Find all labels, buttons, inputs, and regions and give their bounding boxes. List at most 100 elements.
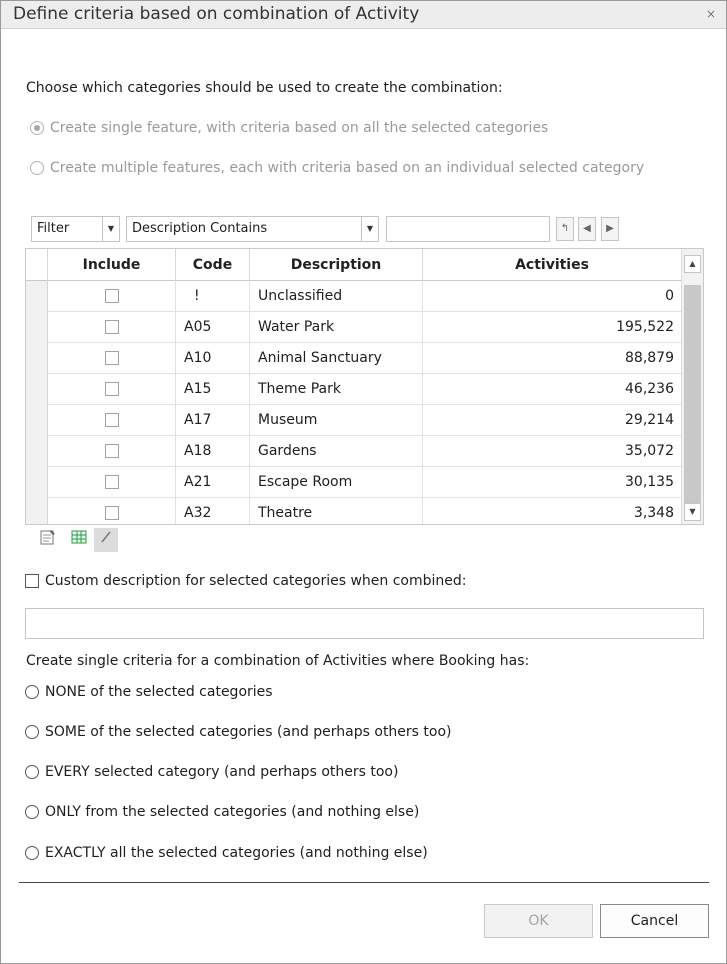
row-selector[interactable] [26, 436, 48, 467]
row-selector[interactable] [26, 374, 48, 405]
code-cell: A05 [176, 312, 250, 343]
include-checkbox[interactable] [105, 444, 119, 458]
table-row[interactable]: A32 Theatre 3,348 [26, 498, 681, 524]
row-selector[interactable] [26, 343, 48, 374]
include-checkbox[interactable] [105, 382, 119, 396]
include-checkbox[interactable] [105, 351, 119, 365]
grid-header: Include Code Description Activities [26, 249, 681, 281]
table-row[interactable]: A17 Museum 29,214 [26, 405, 681, 436]
nav-prev-icon[interactable]: ◀ [578, 217, 596, 241]
some-option[interactable]: SOME of the selected categories (and per… [25, 724, 452, 740]
row-selector[interactable] [26, 498, 48, 524]
custom-description-input[interactable] [25, 608, 704, 639]
chevron-down-icon[interactable]: ▼ [361, 217, 378, 241]
exactly-option[interactable]: EXACTLY all the selected categories (and… [25, 845, 428, 861]
include-cell [48, 436, 176, 467]
ok-button[interactable]: OK [484, 904, 593, 938]
column-header-include[interactable]: Include [48, 249, 176, 281]
none-radio[interactable] [25, 685, 39, 699]
chevron-down-icon[interactable]: ▼ [102, 217, 119, 241]
single-feature-option[interactable]: Create single feature, with criteria bas… [30, 120, 548, 136]
grid-vertical-scrollbar[interactable]: ▲ ▼ [681, 249, 703, 524]
include-cell [48, 498, 176, 524]
row-selector-header [26, 249, 48, 281]
categories-prompt: Choose which categories should be used t… [26, 80, 503, 96]
custom-description-checkbox[interactable] [25, 574, 39, 588]
row-selector[interactable] [26, 405, 48, 436]
filter-field-value: Description Contains [132, 221, 268, 236]
include-cell [48, 467, 176, 498]
some-radio[interactable] [25, 725, 39, 739]
code-cell: A10 [176, 343, 250, 374]
single-feature-radio[interactable] [30, 121, 44, 135]
include-checkbox[interactable] [105, 289, 119, 303]
multiple-features-option[interactable]: Create multiple features, each with crit… [30, 160, 644, 176]
custom-description-label: Custom description for selected categori… [45, 573, 467, 589]
some-label: SOME of the selected categories (and per… [45, 724, 452, 740]
filter-field-dropdown[interactable]: Description Contains ▼ [126, 216, 379, 242]
none-option[interactable]: NONE of the selected categories [25, 684, 273, 700]
include-checkbox[interactable] [105, 413, 119, 427]
activities-cell: 46,236 [625, 381, 674, 397]
activities-cell: 3,348 [633, 505, 674, 521]
dialog-title: Define criteria based on combination of … [13, 4, 420, 24]
table-row[interactable]: A21 Escape Room 30,135 [26, 467, 681, 498]
include-cell [48, 374, 176, 405]
include-checkbox[interactable] [105, 320, 119, 334]
combination-prompt: Create single criteria for a combination… [26, 653, 530, 669]
activities-cell: 0 [665, 288, 674, 304]
row-selector[interactable] [26, 281, 48, 312]
edit-pencil-icon[interactable] [94, 528, 118, 552]
every-radio[interactable] [25, 765, 39, 779]
include-cell [48, 405, 176, 436]
column-header-code[interactable]: Code [176, 249, 250, 281]
scroll-thumb[interactable] [684, 285, 701, 503]
description-cell: Unclassified [250, 281, 423, 312]
filter-mode-dropdown[interactable]: Filter ▼ [31, 216, 120, 242]
categories-grid: Include Code Description Activities ! Un… [25, 248, 704, 525]
table-row[interactable]: ! Unclassified 0 [26, 281, 681, 312]
footer-divider [19, 882, 709, 883]
description-cell: Museum [250, 405, 423, 436]
close-icon[interactable]: × [706, 7, 716, 21]
every-label: EVERY selected category (and perhaps oth… [45, 764, 399, 780]
only-option[interactable]: ONLY from the selected categories (and n… [25, 804, 419, 820]
row-selector[interactable] [26, 312, 48, 343]
activities-cell: 88,879 [625, 350, 674, 366]
include-checkbox[interactable] [105, 506, 119, 520]
table-row[interactable]: A18 Gardens 35,072 [26, 436, 681, 467]
code-cell: ! [176, 281, 250, 312]
every-option[interactable]: EVERY selected category (and perhaps oth… [25, 764, 398, 780]
column-header-activities[interactable]: Activities [423, 249, 681, 281]
column-header-description[interactable]: Description [250, 249, 423, 281]
properties-icon[interactable] [36, 528, 60, 552]
description-cell: Escape Room [250, 467, 423, 498]
row-selector[interactable] [26, 467, 48, 498]
code-cell: A21 [176, 467, 250, 498]
multiple-features-label: Create multiple features, each with crit… [50, 160, 645, 176]
title-bar: Define criteria based on combination of … [1, 1, 726, 29]
description-cell: Theatre [250, 498, 423, 524]
filter-value-input[interactable] [386, 216, 550, 242]
include-cell [48, 312, 176, 343]
cancel-button[interactable]: Cancel [600, 904, 709, 938]
code-cell: A17 [176, 405, 250, 436]
table-row[interactable]: A15 Theme Park 46,236 [26, 374, 681, 405]
return-icon[interactable]: ↰ [556, 217, 574, 241]
only-radio[interactable] [25, 805, 39, 819]
activities-cell: 195,522 [616, 319, 674, 335]
exactly-radio[interactable] [25, 846, 39, 860]
scroll-up-icon[interactable]: ▲ [684, 255, 701, 273]
table-row[interactable]: A10 Animal Sanctuary 88,879 [26, 343, 681, 374]
include-checkbox[interactable] [105, 475, 119, 489]
scroll-down-icon[interactable]: ▼ [684, 503, 701, 521]
only-label: ONLY from the selected categories (and n… [45, 804, 420, 820]
custom-description-option[interactable]: Custom description for selected categori… [25, 573, 466, 589]
multiple-features-radio[interactable] [30, 161, 44, 175]
include-cell [48, 343, 176, 374]
nav-next-icon[interactable]: ▶ [601, 217, 619, 241]
grid-view-icon[interactable] [67, 528, 91, 552]
include-cell [48, 281, 176, 312]
filter-mode-value: Filter [37, 221, 70, 236]
table-row[interactable]: A05 Water Park 195,522 [26, 312, 681, 343]
